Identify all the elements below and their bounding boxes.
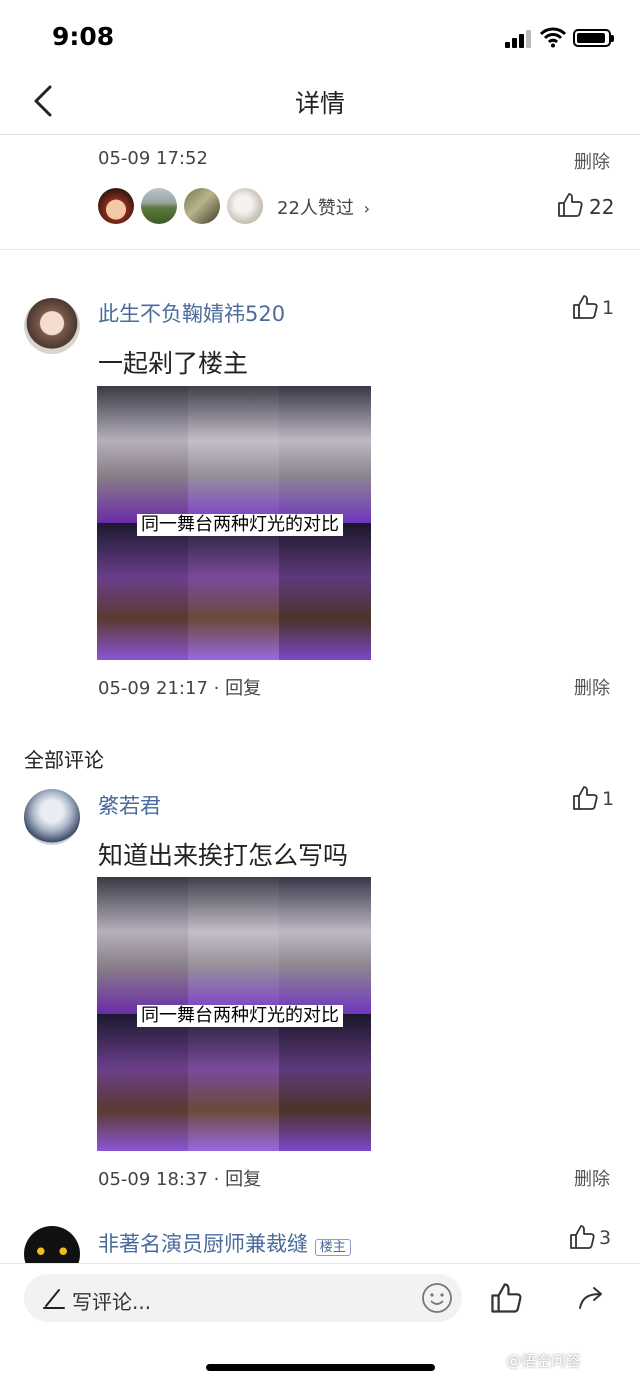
thumb-up-icon[interactable] xyxy=(569,1224,595,1250)
thumb-up-icon[interactable] xyxy=(572,294,598,320)
thumb-up-icon[interactable] xyxy=(557,192,583,218)
image-caption: 同一舞台两种灯光的对比 xyxy=(137,1005,343,1027)
emoji-icon[interactable] xyxy=(421,1282,453,1314)
comment-like-count: 1 xyxy=(602,297,615,319)
signal-icon xyxy=(505,28,533,48)
image-caption: 同一舞台两种灯光的对比 xyxy=(137,514,343,536)
reply-button[interactable]: · 回复 xyxy=(214,678,261,699)
liker-avatar[interactable] xyxy=(184,188,220,224)
post-timestamp: 05-09 17:52 xyxy=(98,148,208,169)
chevron-right-icon: › xyxy=(363,199,371,218)
host-badge: 楼主 xyxy=(314,1239,351,1256)
post-delete-button[interactable]: 删除 xyxy=(574,148,610,174)
comment-text: 一起剁了楼主 xyxy=(98,349,249,378)
likers-summary-link[interactable]: 22人赞过 › xyxy=(277,194,370,220)
nav-divider xyxy=(0,134,640,135)
liker-avatar[interactable] xyxy=(141,188,177,224)
comment-like-count: 3 xyxy=(599,1227,612,1249)
battery-icon xyxy=(573,29,614,47)
comment-timestamp: 05-09 21:17 · 回复 xyxy=(98,678,262,699)
status-time: 9:08 xyxy=(52,22,115,51)
thumb-up-icon[interactable] xyxy=(490,1282,522,1314)
comment-image[interactable]: 同一舞台两种灯光的对比 xyxy=(97,877,371,1151)
pen-icon xyxy=(43,1289,65,1309)
avatar[interactable] xyxy=(24,298,80,354)
comment-username[interactable]: 非著名演员厨师兼裁缝 楼主 xyxy=(98,1228,351,1258)
avatar[interactable] xyxy=(24,789,80,845)
section-divider xyxy=(0,249,640,250)
comment-timestamp: 05-09 18:37 · 回复 xyxy=(98,1169,262,1190)
wifi-icon xyxy=(540,27,566,48)
liker-avatar[interactable] xyxy=(227,188,263,224)
comment-input-placeholder: 写评论... xyxy=(72,1290,152,1314)
home-indicator xyxy=(206,1364,435,1371)
reply-button[interactable]: · 回复 xyxy=(214,1169,261,1190)
comment-delete-button[interactable]: 删除 xyxy=(574,674,610,700)
comment-username[interactable]: 此生不负鞠婧祎520 xyxy=(98,298,285,328)
comment-delete-button[interactable]: 删除 xyxy=(574,1165,610,1191)
liker-avatar[interactable] xyxy=(98,188,134,224)
comment-image[interactable]: 同一舞台两种灯光的对比 xyxy=(97,386,371,660)
watermark: @悟空问答 xyxy=(506,1352,582,1370)
page-title: 详情 xyxy=(294,89,345,118)
comment-username[interactable]: 綮若君 xyxy=(98,790,161,820)
comment-text: 知道出来挨打怎么写吗 xyxy=(98,841,349,870)
post-like-count: 22 xyxy=(589,195,615,219)
share-icon[interactable] xyxy=(576,1282,608,1314)
likers-summary: 22人赞过 xyxy=(277,198,354,219)
comment-like-count: 1 xyxy=(602,788,615,810)
thumb-up-icon[interactable] xyxy=(572,785,598,811)
section-title: 全部评论 xyxy=(24,748,104,772)
